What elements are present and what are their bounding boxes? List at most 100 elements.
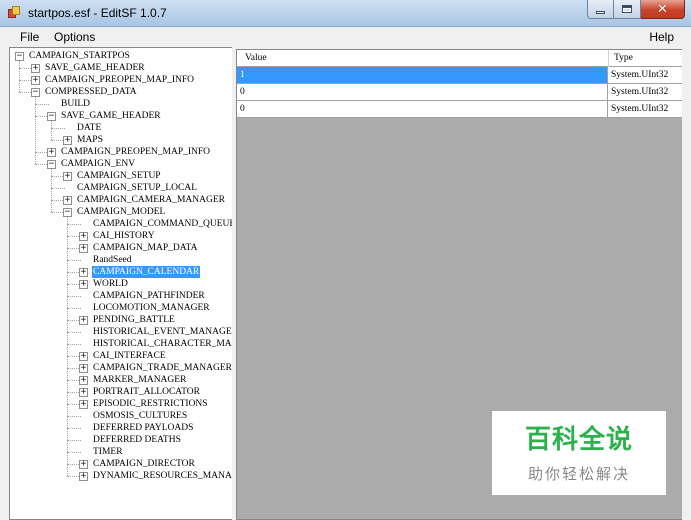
tree-connector: [67, 452, 81, 453]
tree-node-label[interactable]: DYNAMIC_RESOURCES_MANAGER: [92, 470, 232, 482]
expand-plus-icon[interactable]: +: [79, 400, 88, 409]
tree-node-label[interactable]: CAMPAIGN_ENV: [60, 158, 136, 170]
tree-connector: [67, 344, 81, 345]
maximize-button[interactable]: [614, 0, 641, 19]
collapse-minus-icon[interactable]: −: [15, 52, 24, 61]
expand-plus-icon[interactable]: +: [63, 196, 72, 205]
tree-connector: [67, 260, 81, 261]
tree-node-label[interactable]: CAMPAIGN_SETUP: [76, 170, 162, 182]
expand-plus-icon[interactable]: +: [79, 232, 88, 241]
grid-cell-value[interactable]: 1: [237, 67, 608, 83]
tree-node-label[interactable]: RandSeed: [92, 254, 133, 266]
tree-connector: [67, 440, 81, 441]
collapse-minus-icon[interactable]: −: [31, 88, 40, 97]
menu-help[interactable]: Help: [649, 30, 674, 44]
close-button[interactable]: ✕: [641, 0, 685, 19]
grid-cell-value[interactable]: 0: [237, 101, 608, 117]
grid-row[interactable]: 0 System.UInt32: [237, 101, 682, 118]
tree-node-label[interactable]: HISTORICAL_EVENT_MANAGER: [92, 326, 232, 338]
expand-plus-icon[interactable]: +: [47, 148, 56, 157]
tree-node-label[interactable]: MARKER_MANAGER: [92, 374, 187, 386]
expand-plus-icon[interactable]: +: [79, 388, 88, 397]
tree-node-label[interactable]: COMPRESSED_DATA: [44, 86, 138, 98]
tree-node-label[interactable]: EPISODIC_RESTRICTIONS: [92, 398, 209, 410]
tree-connector: [67, 217, 68, 476]
tree-node-label[interactable]: SAVE_GAME_HEADER: [60, 110, 162, 122]
tree-node-label[interactable]: OSMOSIS_CULTURES: [92, 410, 188, 422]
grid-row[interactable]: 1 System.UInt32: [237, 67, 682, 84]
expand-plus-icon[interactable]: +: [63, 172, 72, 181]
expand-plus-icon[interactable]: +: [79, 316, 88, 325]
tree-node-label[interactable]: PENDING_BATTLE: [92, 314, 176, 326]
watermark-title: 百科全说: [524, 425, 633, 455]
window-border: [682, 47, 691, 520]
minimize-button[interactable]: [587, 0, 614, 19]
tree-node-label[interactable]: CAMPAIGN_CAMERA_MANAGER: [76, 194, 226, 206]
tree-node-label[interactable]: SAVE_GAME_HEADER: [44, 62, 146, 74]
tree-node-label[interactable]: CAI_INTERFACE: [92, 350, 167, 362]
tree-node-label[interactable]: BUILD: [60, 98, 91, 110]
tree-connector: [67, 224, 81, 225]
watermark-subtitle: 助你轻松解决: [527, 465, 630, 483]
grid-cell-value[interactable]: 0: [237, 84, 608, 100]
expand-plus-icon[interactable]: +: [79, 280, 88, 289]
expand-plus-icon[interactable]: +: [79, 364, 88, 373]
expand-plus-icon[interactable]: +: [79, 268, 88, 277]
expand-plus-icon[interactable]: +: [31, 76, 40, 85]
minimize-icon: [596, 10, 605, 14]
watermark: 百科全说 助你轻松解决: [492, 411, 666, 495]
tree-node-label[interactable]: PORTRAIT_ALLOCATOR: [92, 386, 201, 398]
window-controls: ✕: [587, 0, 685, 19]
tree-node-label[interactable]: CAMPAIGN_SETUP_LOCAL: [76, 182, 198, 194]
title-bar[interactable]: startpos.esf - EditSF 1.0.7 ✕: [0, 0, 691, 27]
column-header-type[interactable]: Type: [614, 53, 633, 63]
tree-connector: [67, 428, 81, 429]
tree-node-label[interactable]: CAMPAIGN_CALENDAR: [92, 266, 201, 278]
expand-plus-icon[interactable]: +: [79, 244, 88, 253]
collapse-minus-icon[interactable]: −: [63, 208, 72, 217]
tree-node-label[interactable]: WORLD: [92, 278, 129, 290]
expand-plus-icon[interactable]: +: [63, 136, 72, 145]
tree-node-label[interactable]: DEFERRED PAYLOADS: [92, 422, 194, 434]
tree-connector: [35, 97, 36, 164]
grid-cell-type: System.UInt32: [611, 104, 669, 114]
expand-plus-icon[interactable]: +: [31, 64, 40, 73]
tree-node-label[interactable]: CAMPAIGN_MAP_DATA: [92, 242, 198, 254]
tree-node-label[interactable]: DEFERRED DEATHS: [92, 434, 182, 446]
tree-view[interactable]: − CAMPAIGN_STARTPOS + SAVE_GAME_HEADER + CAMP…: [9, 47, 232, 520]
tree-connector: [51, 121, 52, 140]
tree-node-label[interactable]: CAMPAIGN_MODEL: [76, 206, 166, 218]
expand-plus-icon[interactable]: +: [79, 352, 88, 361]
tree-node-label[interactable]: CAMPAIGN_TRADE_MANAGER: [92, 362, 232, 374]
tree-connector: [67, 308, 81, 309]
menu-options[interactable]: Options: [54, 30, 95, 44]
collapse-minus-icon[interactable]: −: [47, 160, 56, 169]
column-divider[interactable]: [608, 50, 609, 67]
menu-bar: File Options Help: [0, 27, 691, 47]
grid-row[interactable]: 0 System.UInt32: [237, 84, 682, 101]
tree-node-label[interactable]: CAMPAIGN_PATHFINDER: [92, 290, 206, 302]
tree-node-label[interactable]: CAMPAIGN_PREOPEN_MAP_INFO: [60, 146, 211, 158]
menu-file[interactable]: File: [20, 30, 39, 44]
tree-node-label[interactable]: CAI_HISTORY: [92, 230, 156, 242]
column-header-value[interactable]: Value: [245, 53, 267, 63]
tree-node-label[interactable]: MAPS: [76, 134, 104, 146]
close-icon: ✕: [657, 1, 668, 17]
expand-plus-icon[interactable]: +: [79, 460, 88, 469]
tree-node-label[interactable]: CAMPAIGN_STARTPOS: [28, 50, 131, 62]
grid-cell-type: System.UInt32: [611, 70, 669, 80]
tree-node-label[interactable]: CAMPAIGN_DIRECTOR: [92, 458, 196, 470]
collapse-minus-icon[interactable]: −: [47, 112, 56, 121]
expand-plus-icon[interactable]: +: [79, 376, 88, 385]
tree-node-label[interactable]: TIMER: [92, 446, 124, 458]
tree-node-label[interactable]: CAMPAIGN_PREOPEN_MAP_INFO: [44, 74, 195, 86]
tree-node-label[interactable]: LOCOMOTION_MANAGER: [92, 302, 211, 314]
tree-node-label[interactable]: CAMPAIGN_COMMAND_QUEUE_INDEX: [92, 218, 232, 230]
expand-plus-icon[interactable]: +: [79, 472, 88, 481]
tree-node-label[interactable]: DATE: [76, 122, 102, 134]
tree-node-label[interactable]: HISTORICAL_CHARACTER_MANAGER: [92, 338, 232, 350]
maximize-icon: [622, 5, 632, 13]
window-title: startpos.esf - EditSF 1.0.7: [28, 6, 167, 20]
app-icon: [8, 6, 21, 19]
tree-connector: [51, 128, 65, 129]
